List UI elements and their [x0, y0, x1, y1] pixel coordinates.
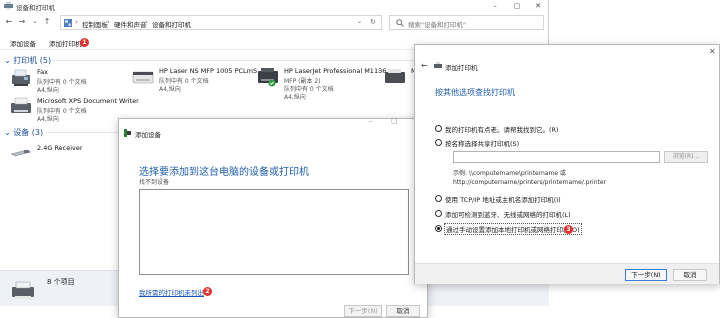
refresh-icon[interactable]: ↻ — [370, 18, 376, 26]
option-label: 通过手动设置添加本地打印机或网络打印机(O) — [444, 223, 582, 235]
forward-button[interactable]: → — [17, 17, 27, 27]
breadcrumb-devices-printers[interactable]: 设备和打印机 — [152, 19, 191, 29]
address-dropdown-icon[interactable]: ⌄ — [357, 18, 362, 25]
device-name: 2.4G Receiver — [37, 144, 83, 152]
printer-paper: A4,纵向 — [284, 94, 306, 101]
printer-name: Microsoft XPS Document Writer — [37, 97, 139, 105]
printer-icon — [434, 62, 442, 68]
printer-paper: A4,纵向 — [37, 87, 59, 94]
receiver-icon — [10, 149, 32, 157]
maximize-button[interactable]: ▢ — [391, 117, 398, 125]
devices-printers-icon — [4, 2, 13, 10]
group-divider — [46, 132, 118, 133]
device-list[interactable] — [139, 189, 409, 275]
chevron-down-icon: ⌄ — [4, 128, 11, 137]
item-count: 8 个项目 — [47, 278, 75, 286]
device-item-receiver[interactable]: 2.4G Receiver — [10, 144, 110, 166]
radio-button[interactable] — [435, 125, 442, 132]
address-bar[interactable]: › 控制面板 › 硬件和声音 › 设备和打印机 ⌄ ↻ — [60, 15, 382, 30]
path-example: 示例: \\computername\printername 或 http://… — [453, 169, 606, 187]
next-button[interactable]: 下一步(N) — [625, 269, 667, 281]
step-badge-3: 3 — [564, 225, 573, 234]
search-icon — [396, 19, 404, 27]
control-panel-icon — [64, 19, 72, 27]
recent-dropdown-button[interactable]: ⌄ — [30, 17, 40, 27]
breadcrumb-control-panel[interactable]: 控制面板 — [82, 19, 108, 29]
printer-item-hp-laser-ns[interactable]: HP Laser NS MFP 1005 PCLmS 队列中有 0 个文档 A4… — [132, 67, 257, 93]
maximize-button[interactable]: ▢ — [506, 0, 528, 12]
dialog-title: 添加打印机 — [445, 64, 478, 72]
printers-group-label: 打印机 (5) — [13, 56, 52, 65]
printer-icon — [385, 69, 405, 83]
breadcrumb-hardware-sound[interactable]: 硬件和声音 — [114, 19, 147, 29]
back-button[interactable]: ← — [4, 17, 14, 27]
example-line-1: 示例: \\computername\printername 或 — [453, 170, 566, 177]
breadcrumb-separator: › — [75, 18, 78, 26]
breadcrumb-separator: › — [145, 18, 148, 26]
window-title: 设备和打印机 — [16, 4, 55, 12]
dialog-footer: 下一步(N) 取消 — [415, 263, 719, 284]
shared-printer-name-field[interactable] — [453, 151, 660, 163]
next-button[interactable]: 下一步(N) — [344, 305, 382, 317]
minimize-button[interactable]: – — [484, 0, 506, 12]
radio-button-selected[interactable] — [435, 225, 442, 232]
printer-icon — [132, 71, 154, 84]
add-printer-dialog: ✕ ← 添加打印机 按其他选项查找打印机 我的打印机有点老。请帮我找到它。(R)… — [414, 44, 720, 284]
devices-group-header[interactable]: ⌄ 设备 (3) — [4, 127, 43, 138]
devices-group-label: 设备 (3) — [13, 128, 44, 137]
search-box[interactable]: 搜索"设备和打印机" — [389, 15, 544, 30]
printer-default-icon — [258, 68, 278, 87]
printer-item-fax[interactable]: Fax 队列中有 0 个文档 A4,纵向 — [10, 68, 120, 94]
option-label: 我的打印机有点老。请帮我找到它。(R) — [445, 126, 559, 134]
printer-name: Fax — [37, 68, 48, 76]
step-badge-1: 1 — [80, 38, 89, 47]
browse-button[interactable]: 浏览(R)... — [664, 151, 708, 163]
add-printer-button[interactable]: 添加打印机 — [49, 38, 82, 48]
printer-not-listed-link[interactable]: 我所需的打印机未列出 — [139, 287, 204, 297]
back-arrow-icon[interactable]: ← — [421, 61, 428, 70]
printer-name: HP Laser NS MFP 1005 PCLmS — [159, 67, 258, 75]
add-device-button[interactable]: 添加设备 — [10, 38, 36, 48]
cancel-button[interactable]: 取消 — [673, 269, 707, 281]
searching-status: 找不到设备 — [139, 179, 170, 186]
fax-icon — [12, 69, 30, 86]
breadcrumb-separator: › — [107, 18, 110, 26]
printer-paper: A4,纵向 — [159, 86, 181, 93]
step-badge-2: 2 — [203, 287, 212, 296]
printer-paper: A4,纵向 — [37, 116, 59, 123]
radio-button[interactable] — [435, 195, 442, 202]
printer-icon — [11, 97, 31, 113]
dialog-heading: 选择要添加到这台电脑的设备或打印机 — [139, 167, 309, 178]
option-label: 按名称选择共享打印机(S) — [445, 140, 520, 148]
dialog-heading: 按其他选项查找打印机 — [435, 88, 515, 97]
minimize-button[interactable]: – — [369, 117, 373, 125]
up-button[interactable]: ↑ — [42, 17, 52, 27]
printer-icon — [12, 281, 34, 299]
add-device-icon — [124, 129, 131, 137]
radio-button[interactable] — [435, 139, 442, 146]
close-button[interactable]: ✕ — [527, 0, 549, 12]
navigation-bar: ← → ⌄ ↑ › 控制面板 › 硬件和声音 › 设备和打印机 ⌄ ↻ 搜索"设… — [0, 13, 549, 32]
option-label: 添加可检测到蓝牙、无线或网络的打印机(L) — [445, 211, 571, 219]
printer-name: HP LaserJet Professional M1136 — [284, 67, 387, 75]
title-bar: 设备和打印机 – ▢ ✕ — [0, 0, 549, 12]
search-input[interactable]: 搜索"设备和打印机" — [408, 19, 466, 29]
add-device-dialog: 添加设备 – ▢ ✕ 选择要添加到这台电脑的设备或打印机 找不到设备 我所需的打… — [118, 117, 428, 318]
dialog-title: 添加设备 — [135, 131, 161, 139]
chevron-down-icon: ⌄ — [4, 56, 11, 65]
radio-button[interactable] — [435, 210, 442, 217]
printer-item-mi[interactable]: Mi — [384, 67, 418, 93]
printers-group-header[interactable]: ⌄ 打印机 (5) — [4, 55, 51, 66]
close-button[interactable]: ✕ — [709, 47, 716, 56]
example-line-2: http://computername/printers/printername… — [453, 179, 607, 186]
option-label: 使用 TCP/IP 地址或主机名添加打印机(I) — [445, 196, 561, 204]
cancel-button[interactable]: 取消 — [386, 305, 420, 317]
